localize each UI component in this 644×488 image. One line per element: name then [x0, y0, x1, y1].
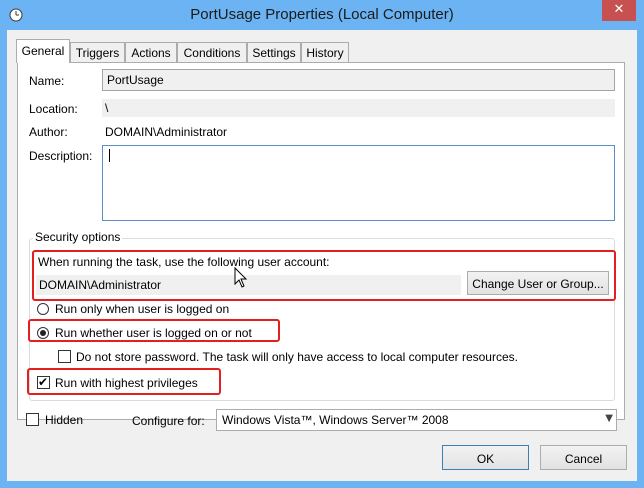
- author-label: Author:: [29, 125, 68, 139]
- ok-button[interactable]: OK: [442, 445, 529, 470]
- name-label: Name:: [29, 74, 65, 88]
- chevron-down-icon[interactable]: ▼: [605, 413, 613, 424]
- tab-triggers[interactable]: Triggers: [70, 42, 125, 62]
- location-label: Location:: [29, 102, 78, 116]
- description-label: Description:: [29, 149, 93, 163]
- hidden-checkbox[interactable]: [26, 413, 39, 426]
- description-field[interactable]: [102, 145, 615, 221]
- tab-conditions[interactable]: Conditions: [177, 42, 247, 62]
- tab-actions[interactable]: Actions: [125, 42, 177, 62]
- run-logged-on-label[interactable]: Run only when user is logged on: [55, 302, 229, 316]
- highlight-run-whether-box: [28, 319, 280, 342]
- configure-for-label: Configure for:: [132, 414, 205, 428]
- mouse-pointer-icon: [234, 267, 248, 288]
- no-store-password-label[interactable]: Do not store password. The task will onl…: [76, 350, 518, 364]
- tab-general[interactable]: General: [16, 39, 70, 63]
- tab-settings[interactable]: Settings: [247, 42, 301, 62]
- location-value: \: [102, 99, 615, 117]
- general-tab-panel: Name: PortUsage Location: \ Author: DOMA…: [17, 62, 625, 420]
- text-caret: [109, 149, 110, 162]
- window-title: PortUsage Properties (Local Computer): [190, 6, 454, 23]
- cancel-button[interactable]: Cancel: [540, 445, 627, 470]
- author-value: DOMAIN\Administrator: [105, 125, 228, 139]
- properties-window: PortUsage Properties (Local Computer) ✕ …: [0, 0, 644, 488]
- hidden-label[interactable]: Hidden: [45, 413, 83, 427]
- configure-for-dropdown[interactable]: Windows Vista™, Windows Server™ 2008 ▼: [216, 409, 617, 431]
- dialog-client-area: General Triggers Actions Conditions Sett…: [7, 30, 637, 481]
- highlight-account-box: [32, 250, 616, 301]
- name-field[interactable]: PortUsage: [102, 69, 615, 91]
- close-button[interactable]: ✕: [602, 0, 636, 21]
- no-store-password-checkbox[interactable]: [58, 350, 71, 363]
- security-options-label: Security options: [33, 230, 123, 244]
- configure-for-value: Windows Vista™, Windows Server™ 2008: [222, 413, 449, 427]
- highlight-privileges-box: [27, 368, 221, 395]
- title-bar[interactable]: PortUsage Properties (Local Computer) ✕: [0, 0, 644, 30]
- tab-history[interactable]: History: [301, 42, 349, 62]
- run-logged-on-radio[interactable]: [37, 303, 49, 315]
